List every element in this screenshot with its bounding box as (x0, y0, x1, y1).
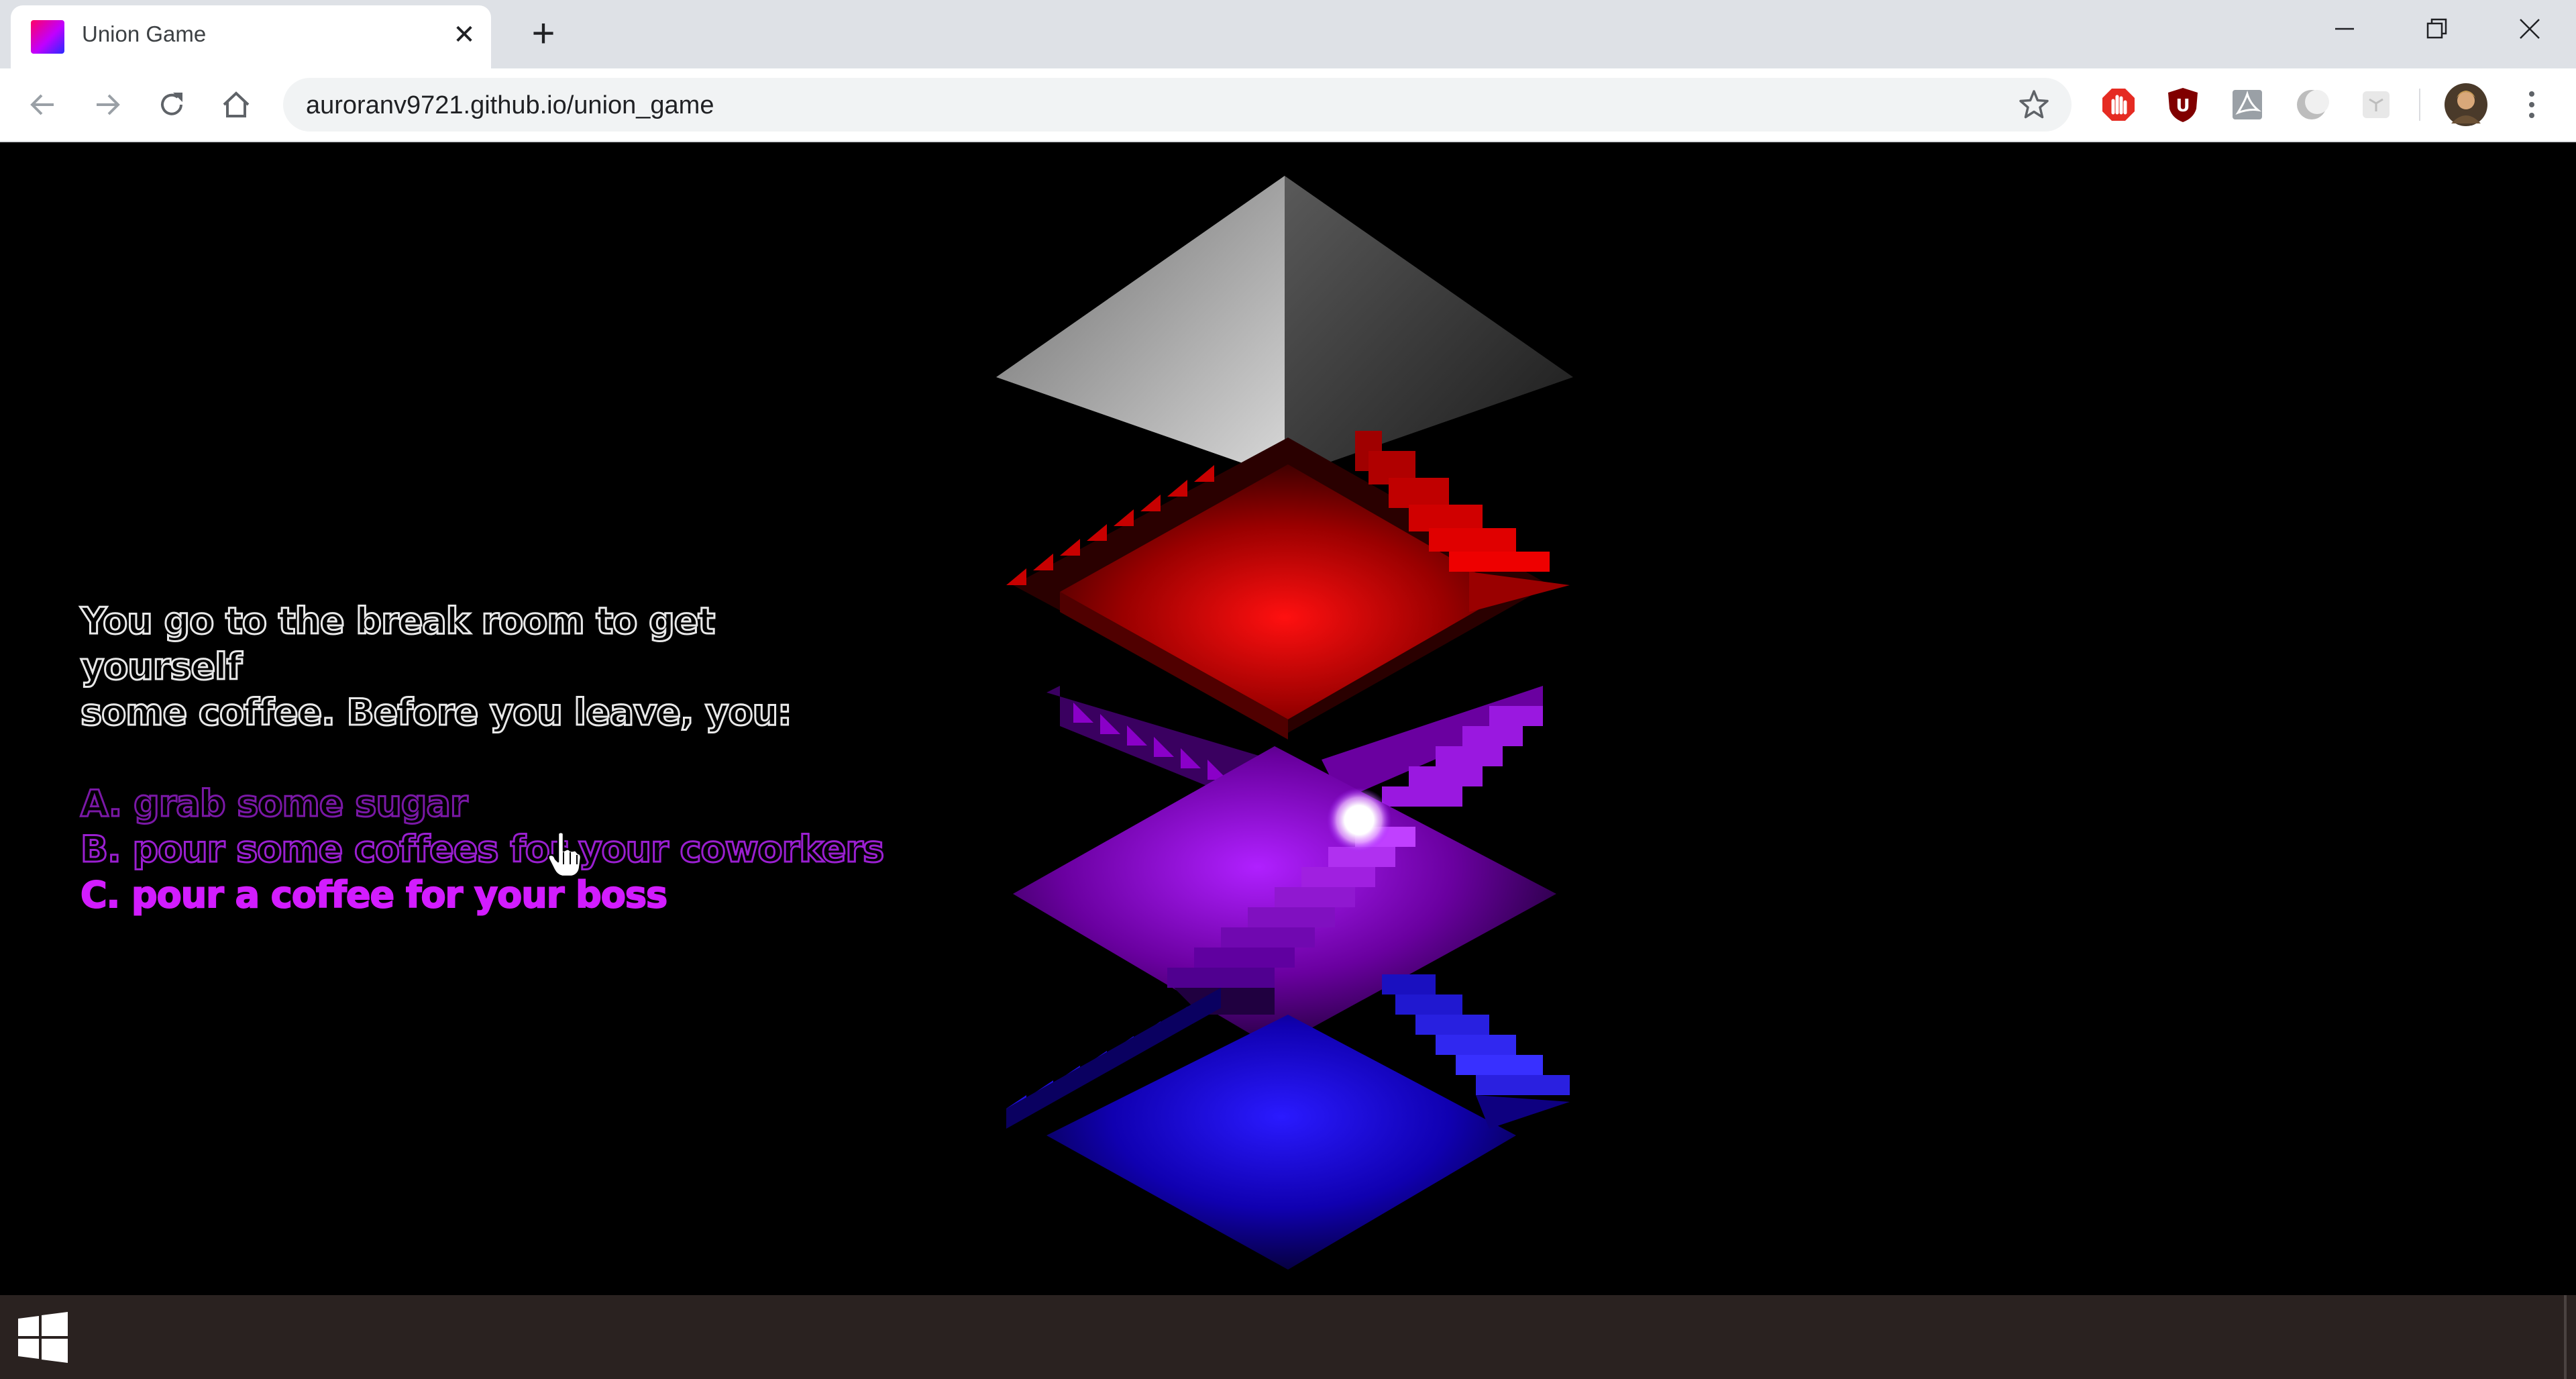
start-button[interactable] (0, 1295, 86, 1379)
choice-c[interactable]: C. pour a coffee for your boss (80, 872, 885, 918)
moon-icon[interactable] (2293, 86, 2330, 123)
avatar-icon (2445, 83, 2487, 126)
browser-toolbar: auroranv9721.github.io/union_game U (0, 68, 2576, 142)
favicon-icon (31, 20, 64, 54)
player-orb (1327, 788, 1391, 852)
reload-icon (161, 93, 182, 115)
kebab-menu-icon (2529, 91, 2534, 118)
game-canvas[interactable]: You go to the break room to get yourself… (0, 142, 2576, 1295)
blue-level (1006, 974, 1570, 1270)
arrow-left-icon (30, 94, 54, 115)
choice-a[interactable]: A. grab some sugar (80, 781, 885, 827)
restore-button[interactable] (2391, 0, 2483, 58)
close-window-button[interactable] (2483, 0, 2576, 58)
minimize-icon (2335, 28, 2354, 30)
close-tab-icon[interactable]: ✕ (448, 19, 480, 51)
choice-list: A. grab some sugar B. pour some coffees … (80, 781, 885, 918)
home-icon (223, 91, 250, 117)
tab-title: Union Game (82, 21, 207, 46)
show-desktop-button[interactable] (2564, 1295, 2567, 1379)
forward-button[interactable] (86, 83, 129, 126)
windows-taskbar (0, 1295, 2576, 1379)
cube-icon[interactable] (2357, 86, 2395, 123)
tab-strip: Union Game ✕ + (0, 0, 2576, 68)
story-panel: You go to the break room to get yourself… (79, 599, 885, 918)
pyramid-roof (996, 176, 1573, 478)
home-button[interactable] (215, 83, 258, 126)
svg-text:U: U (2176, 96, 2190, 116)
red-level (1006, 431, 1570, 739)
restore-icon (2426, 18, 2447, 39)
toolbar-divider (2419, 89, 2420, 121)
reload-button[interactable] (150, 83, 193, 126)
ublock-icon[interactable]: U (2164, 86, 2202, 123)
bookmark-star-icon[interactable] (2017, 87, 2051, 122)
choice-b[interactable]: B. pour some coffees for your coworkers (80, 827, 885, 872)
windows-logo-icon (18, 1311, 68, 1363)
pdf-icon[interactable] (2229, 86, 2266, 123)
tab-union-game[interactable]: Union Game ✕ (11, 5, 491, 68)
menu-button[interactable] (2513, 86, 2551, 123)
prompt-line-2: some coffee. Before you leave, you: (80, 691, 794, 735)
prompt-line-1: You go to the break room to get yourself (79, 599, 716, 689)
story-prompt: You go to the break room to get yourself… (79, 599, 885, 735)
arrow-right-icon (97, 94, 120, 115)
hand-cursor-icon (547, 831, 581, 878)
profile-avatar[interactable] (2443, 82, 2489, 127)
close-icon (2520, 19, 2540, 39)
address-bar[interactable]: auroranv9721.github.io/union_game (283, 78, 2072, 132)
back-button[interactable] (21, 83, 64, 126)
new-tab-button[interactable]: + (525, 13, 562, 54)
adblock-icon[interactable] (2100, 86, 2137, 123)
url-text[interactable]: auroranv9721.github.io/union_game (306, 91, 714, 120)
purple-level (1013, 686, 1556, 1048)
tower-illustration (996, 176, 1573, 1270)
minimize-button[interactable] (2298, 0, 2391, 58)
